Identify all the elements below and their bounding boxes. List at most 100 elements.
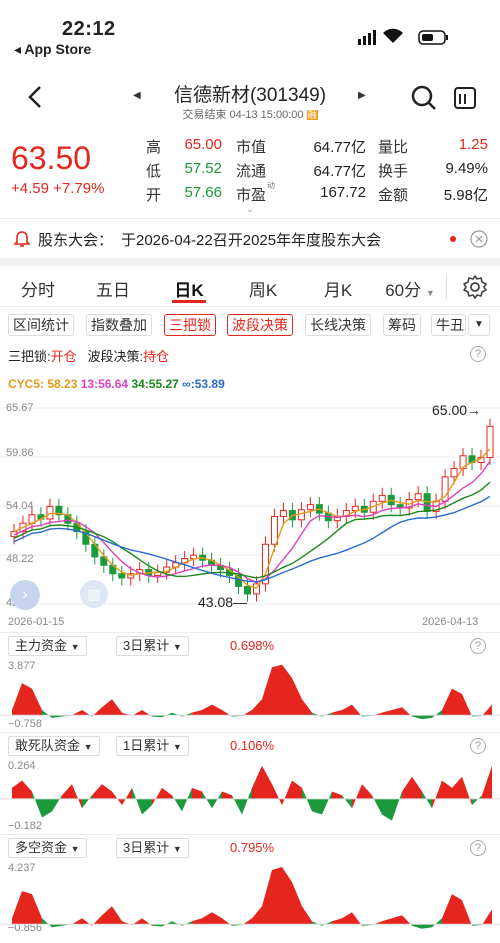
- drawing-tool-icon[interactable]: ▥: [80, 580, 108, 608]
- chip-band-decision[interactable]: 波段决策: [227, 314, 293, 336]
- tab-daily-k[interactable]: 日K: [159, 276, 219, 301]
- sub1-area-chart[interactable]: [0, 656, 500, 732]
- flow-segment: [262, 765, 272, 799]
- chip-chips[interactable]: 筹码: [383, 314, 421, 336]
- sub3-period-select[interactable]: 3日累计 ▼: [116, 838, 189, 858]
- sub3-name-select[interactable]: 多空资金 ▼: [8, 838, 87, 858]
- search-icon[interactable]: [410, 84, 438, 112]
- settings-gear-icon[interactable]: [462, 274, 488, 300]
- band-label: 波段决策:: [87, 349, 144, 364]
- sub1-period-select[interactable]: 3日累计 ▼: [116, 636, 189, 656]
- flow-segment: [302, 699, 312, 716]
- sub2-area-chart[interactable]: [0, 756, 500, 834]
- chip-range-stats[interactable]: 区间统计: [8, 314, 74, 336]
- flow-segment: [432, 709, 442, 718]
- flow-segment: [32, 894, 42, 925]
- flow-segment: [262, 667, 272, 716]
- candle-body: [244, 585, 252, 595]
- flow-segment: [102, 906, 112, 925]
- flow-segment: [422, 924, 432, 929]
- sub3-area-chart[interactable]: [0, 858, 500, 943]
- sub-chart-main-funds: 主力资金 ▼ 3日累计 ▼ 0.698% ? 3.877 −0.758: [0, 632, 500, 732]
- flow-segment: [202, 704, 212, 716]
- cyc13-value: 56.64: [98, 377, 129, 391]
- chip-index-overlay[interactable]: 指数叠加: [86, 314, 152, 336]
- flow-segment: [362, 784, 372, 799]
- quote-value: 57.52: [184, 160, 222, 177]
- help-icon[interactable]: ?: [470, 738, 486, 754]
- flow-segment: [32, 791, 42, 818]
- candle-body: [270, 515, 278, 545]
- prev-stock-arrow-icon[interactable]: ◀: [133, 90, 141, 101]
- tab-intraday[interactable]: 分时: [8, 276, 68, 301]
- y-label: 48.22: [6, 553, 34, 565]
- flow-segment: [292, 677, 302, 716]
- back-to-app-store[interactable]: ◂ App Store: [14, 41, 91, 58]
- divider: [0, 834, 500, 835]
- help-icon[interactable]: ?: [470, 840, 486, 856]
- tab-monthly-k[interactable]: 月K: [308, 276, 368, 301]
- sub1-period: 3日累计: [123, 638, 170, 653]
- sub2-value: 0.106%: [230, 738, 275, 753]
- notice-label: 股东大会：: [38, 232, 114, 249]
- cyc34-value: 55.27: [148, 377, 179, 391]
- sub3-value: 0.795%: [230, 840, 275, 855]
- help-icon[interactable]: ?: [470, 638, 486, 654]
- close-icon[interactable]: [470, 230, 488, 248]
- flow-segment: [302, 787, 312, 812]
- quote-grid: 高 65.00 市值 64.77亿 量比 1.25 低 57.52 流通 64.…: [146, 136, 496, 215]
- shareholder-meeting-notice[interactable]: 股东大会： 于2026-04-22召开2025年年度股东大会: [0, 222, 500, 256]
- flow-segment: [322, 791, 332, 815]
- flow-segment: [272, 867, 282, 925]
- scroll-left-button[interactable]: ›: [10, 580, 40, 610]
- expand-chevron-icon[interactable]: ⌄: [246, 204, 254, 215]
- flow-segment: [172, 795, 182, 812]
- flow-segment: [272, 664, 282, 716]
- cycinf-value: 53.89: [194, 377, 225, 391]
- quote-value: 9.49%: [445, 160, 488, 177]
- sub1-name-select[interactable]: 主力资金 ▼: [8, 636, 87, 656]
- sub2-period-select[interactable]: 1日累计 ▼: [116, 736, 189, 756]
- chip-bull[interactable]: 牛丑: [431, 314, 466, 336]
- flow-segment: [252, 699, 262, 716]
- chip-long-term-decision[interactable]: 长线决策: [305, 314, 371, 336]
- moving-average-lines: [13, 448, 491, 589]
- flow-segment: [312, 712, 322, 717]
- tab-weekly-k[interactable]: 周K: [233, 276, 293, 301]
- flow-segment: [332, 791, 342, 799]
- chips-expand-icon[interactable]: ▼: [468, 314, 490, 336]
- flow-segment: [392, 915, 402, 925]
- sub2-name-select[interactable]: 敢死队资金 ▼: [8, 736, 100, 756]
- flow-segment: [412, 924, 422, 929]
- next-stock-arrow-icon[interactable]: ▶: [358, 90, 366, 101]
- quote-label: 开: [146, 187, 162, 204]
- tab-60min[interactable]: 60分 ▼: [380, 276, 440, 301]
- tab-five-day[interactable]: 五日: [83, 276, 143, 301]
- flow-segment: [72, 784, 82, 809]
- current-price: 63.50: [11, 140, 92, 176]
- candle-body: [46, 505, 54, 520]
- flow-segment: [462, 900, 472, 926]
- chip-three-locks[interactable]: 三把锁: [164, 314, 216, 336]
- flow-segment: [182, 712, 192, 717]
- candle-body: [423, 493, 431, 512]
- flow-segment: [422, 791, 432, 809]
- sub2-period: 1日累计: [123, 738, 170, 753]
- flow-segment: [452, 688, 462, 716]
- help-icon[interactable]: ?: [470, 346, 486, 362]
- divider: [0, 632, 500, 633]
- candlestick-chart[interactable]: [0, 398, 500, 616]
- flow-segment: [232, 795, 242, 815]
- flow-segment: [32, 688, 42, 716]
- flow-segment: [12, 891, 22, 925]
- flow-segment: [352, 704, 362, 717]
- flow-segment: [442, 780, 452, 799]
- flow-segment: [22, 780, 32, 799]
- status-icons: [358, 28, 448, 45]
- sub3-name: 多空资金: [15, 840, 68, 855]
- flow-segment: [42, 798, 52, 818]
- end-date: 2026-04-13: [422, 616, 479, 628]
- flow-segment: [252, 906, 262, 925]
- share-icon[interactable]: [452, 84, 478, 112]
- sub2-name: 敢死队资金: [15, 738, 81, 753]
